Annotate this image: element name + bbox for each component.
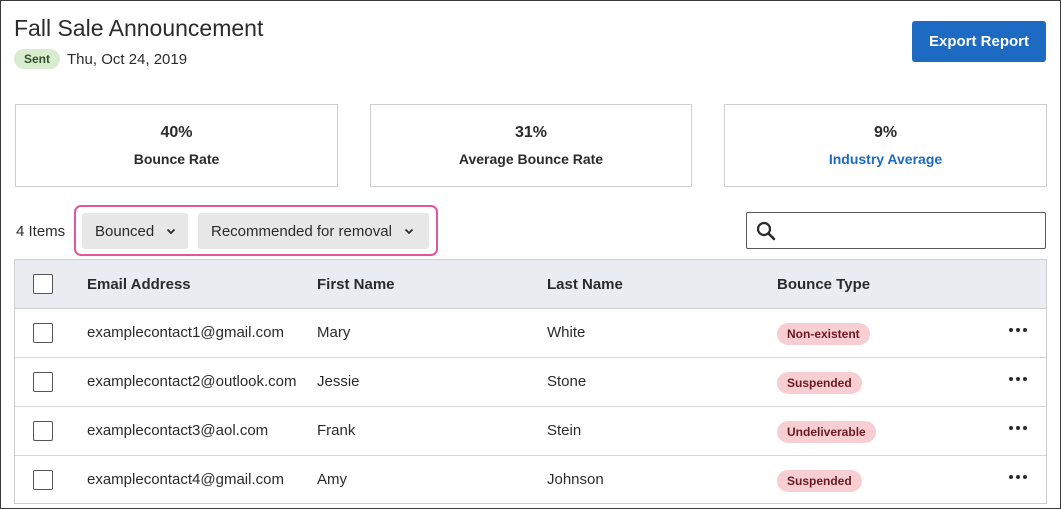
stat-card-bounce-rate: 40% Bounce Rate (15, 104, 338, 187)
email-cell: examplecontact2@outlook.com (87, 373, 297, 390)
last-name-cell: Johnson (547, 471, 604, 488)
filter-label: Bounced (95, 222, 155, 240)
bounced-filter-dropdown[interactable]: Bounced (82, 213, 188, 249)
sent-date: Thu, Oct 24, 2019 (67, 50, 188, 68)
stat-card-industry-average: 9% Industry Average (724, 104, 1047, 187)
stat-value: 31% (514, 124, 548, 141)
more-options-icon[interactable] (1009, 377, 1027, 381)
filter-label: Recommended for removal (211, 222, 392, 240)
first-name-cell: Frank (317, 422, 356, 439)
search-input[interactable] (746, 212, 1046, 249)
stat-label: Bounce Rate (133, 151, 220, 167)
first-name-cell: Mary (317, 324, 351, 341)
last-name-cell: Stone (547, 373, 587, 390)
contacts-table: Email Address First Name Last Name Bounc… (14, 259, 1047, 504)
email-cell: examplecontact1@gmail.com (87, 324, 284, 341)
row-checkbox[interactable] (33, 323, 53, 343)
column-header-last-name[interactable]: Last Name (547, 276, 623, 293)
stat-value: 40% (160, 124, 193, 141)
row-checkbox[interactable] (33, 421, 53, 441)
status-row: Sent Thu, Oct 24, 2019 (14, 49, 187, 69)
removal-filter-dropdown[interactable]: Recommended for removal (198, 213, 429, 249)
search-icon (756, 221, 776, 246)
stat-label: Average Bounce Rate (458, 151, 604, 167)
column-header-bounce-type[interactable]: Bounce Type (777, 276, 870, 293)
select-all-checkbox[interactable] (33, 274, 53, 294)
column-header-first-name[interactable]: First Name (317, 276, 395, 293)
row-checkbox[interactable] (33, 470, 53, 490)
column-header-email[interactable]: Email Address (87, 276, 191, 293)
last-name-cell: Stein (547, 422, 582, 439)
first-name-cell: Jessie (317, 373, 360, 390)
last-name-cell: White (547, 324, 586, 341)
table-header: Email Address First Name Last Name Bounc… (15, 260, 1046, 309)
more-options-icon[interactable] (1009, 328, 1027, 332)
table-row: examplecontact4@gmail.com Amy Johnson Su… (15, 456, 1046, 505)
table-row: examplecontact3@aol.com Frank Stein Unde… (15, 407, 1046, 456)
bounce-type-badge: Undeliverable (777, 421, 876, 443)
export-report-button[interactable]: Export Report (912, 21, 1046, 62)
stat-value: 9% (873, 124, 898, 141)
first-name-cell: Amy (317, 471, 347, 488)
more-options-icon[interactable] (1009, 475, 1027, 479)
page-title: Fall Sale Announcement (14, 15, 264, 41)
status-badge: Sent (14, 49, 61, 69)
bounce-type-badge: Suspended (777, 372, 862, 394)
email-cell: examplecontact3@aol.com (87, 422, 269, 439)
bounce-type-badge: Suspended (777, 470, 862, 492)
table-row: examplecontact1@gmail.com Mary White Non… (15, 309, 1046, 358)
items-count: 4 Items (16, 223, 66, 240)
row-checkbox[interactable] (33, 372, 53, 392)
table-row: examplecontact2@outlook.com Jessie Stone… (15, 358, 1046, 407)
email-cell: examplecontact4@gmail.com (87, 471, 284, 488)
stat-card-average-bounce-rate: 31% Average Bounce Rate (370, 104, 692, 187)
more-options-icon[interactable] (1009, 426, 1027, 430)
chevron-down-icon (166, 226, 176, 236)
bounce-type-badge: Non-existent (777, 323, 870, 345)
industry-average-link[interactable]: Industry Average (829, 151, 942, 167)
chevron-down-icon (404, 226, 414, 236)
